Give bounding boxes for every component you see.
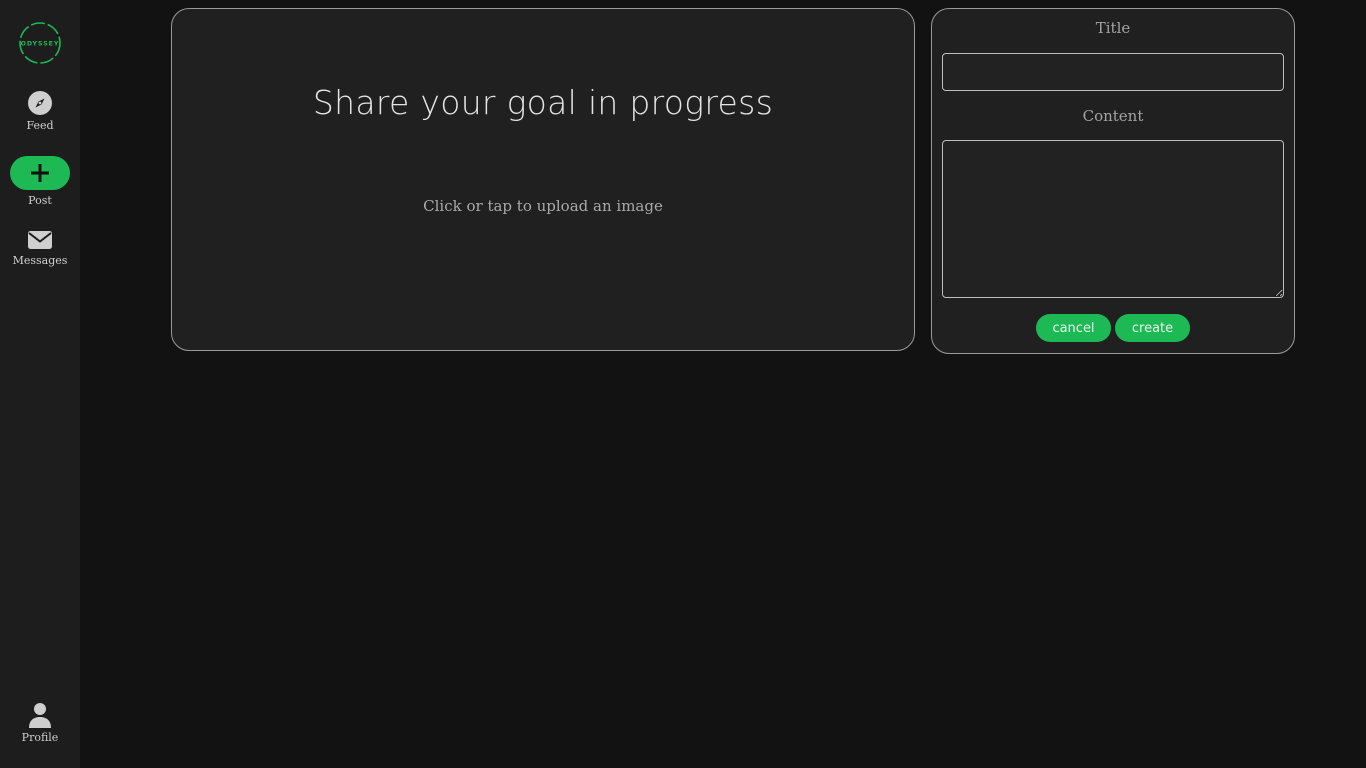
create-button[interactable]: create (1115, 314, 1190, 342)
plus-icon (31, 164, 49, 182)
cancel-button[interactable]: cancel (1036, 314, 1111, 342)
sidebar-item-label: Messages (12, 254, 68, 267)
sidebar-item-label: Profile (21, 731, 59, 744)
image-upload-area[interactable]: Share your goal in progress Click or tap… (171, 8, 915, 351)
odyssey-logo[interactable]: ODYSSEY (18, 21, 62, 65)
page-title: Share your goal in progress (312, 83, 774, 122)
post-button[interactable] (10, 156, 70, 190)
sidebar-item-label: Feed (26, 119, 54, 132)
envelope-icon (28, 231, 52, 249)
sidebar-item-profile[interactable]: Profile (0, 702, 80, 744)
title-label: Title (1095, 19, 1131, 37)
content-textarea[interactable] (942, 140, 1284, 298)
post-form: Title Content cancel create (931, 8, 1295, 354)
sidebar-item-messages[interactable]: Messages (0, 229, 80, 267)
logo-icon: ODYSSEY (19, 22, 61, 64)
user-icon (29, 703, 51, 728)
svg-text:ODYSSEY: ODYSSEY (21, 41, 60, 48)
title-input[interactable] (942, 53, 1284, 91)
sidebar: ODYSSEY Feed Post Messages Profile (0, 0, 80, 768)
upload-hint: Click or tap to upload an image (423, 197, 663, 215)
compass-icon (28, 91, 52, 115)
sidebar-item-label: Post (28, 194, 52, 207)
content-label: Content (1082, 107, 1144, 125)
sidebar-item-post[interactable]: Post (0, 156, 80, 207)
sidebar-item-feed[interactable]: Feed (0, 90, 80, 132)
